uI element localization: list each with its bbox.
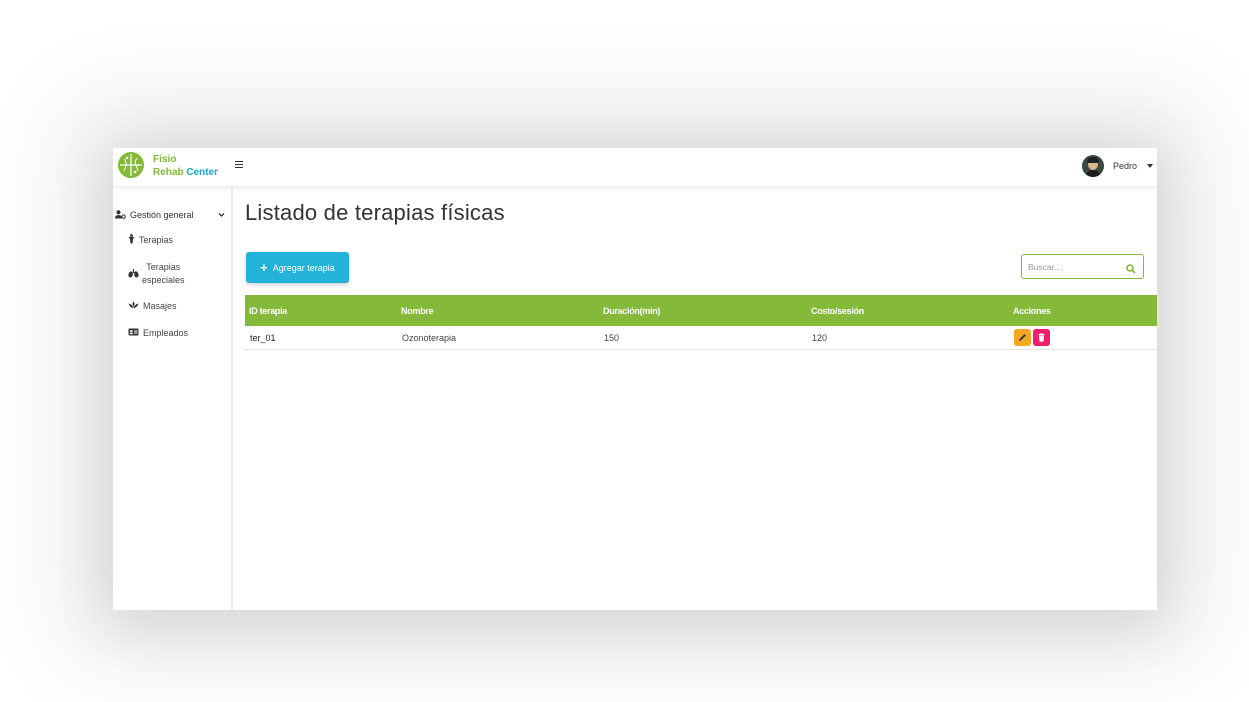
therapies-table: ID terapia Nombre Duración(min) Costo/se…: [245, 295, 1157, 350]
cell-costo: 120: [807, 326, 1009, 350]
user-name: Pedro: [1112, 161, 1137, 171]
logo-icon: [118, 152, 144, 178]
column-header-costo: Costo/sesión: [807, 295, 1009, 326]
cell-acciones: [1009, 326, 1157, 350]
brand-name: Fisio Rehab Center: [153, 154, 218, 179]
caret-down-icon: [1147, 164, 1153, 168]
page-title: Listado de terapias físicas: [245, 200, 505, 225]
chevron-down-icon: [218, 210, 225, 220]
app-window: Fisio Rehab Center Pedro Gestión general: [113, 148, 1157, 610]
brand-line-2-a: Rehab: [153, 166, 187, 178]
column-header-id: ID terapia: [245, 295, 397, 326]
sidebar-item-label: Terapias: [139, 235, 174, 245]
main-content: Listado de terapias físicas + Agregar te…: [233, 186, 1157, 610]
table-header-row: ID terapia Nombre Duración(min) Costo/se…: [245, 295, 1157, 326]
sidebar-group-label: Gestión general: [130, 210, 194, 220]
search-box: [1021, 254, 1144, 279]
avatar: [1081, 155, 1104, 177]
users-cog-icon: [115, 209, 126, 221]
column-header-acciones: Acciones: [1009, 295, 1157, 326]
column-header-nombre: Nombre: [397, 295, 599, 326]
brand-line-1: Fisio: [153, 154, 177, 165]
user-menu[interactable]: Pedro: [1081, 153, 1157, 179]
brand-line-2: Rehab Center: [153, 167, 218, 180]
sidebar-item-label: Terapias especiales: [142, 261, 185, 287]
sidebar-item-terapias[interactable]: Terapias: [128, 234, 173, 246]
sidebar-item-label: Empleados: [143, 328, 189, 338]
person-icon: [128, 234, 135, 246]
sidebar-group-gestion-general[interactable]: Gestión general: [115, 208, 227, 222]
column-header-duracion: Duración(min): [599, 295, 807, 326]
delete-button[interactable]: [1033, 329, 1050, 346]
menu-toggle-icon[interactable]: [235, 159, 247, 171]
cell-nombre: Ozonoterapia: [397, 326, 599, 350]
sidebar-item-empleados[interactable]: Empleados: [128, 328, 188, 338]
add-therapy-button[interactable]: + Agregar terapia: [246, 252, 349, 283]
sidebar-item-label-line2: especiales: [142, 275, 185, 285]
sidebar-item-label-line1: Terapias: [146, 262, 181, 272]
trash-icon: [1038, 333, 1045, 342]
sidebar: Gestión general Terapias Terapias especi…: [113, 186, 233, 610]
search-icon[interactable]: [1126, 261, 1136, 274]
id-card-icon: [128, 328, 139, 338]
pencil-icon: [1019, 334, 1026, 341]
edit-button[interactable]: [1014, 329, 1031, 346]
brand-line-2-b: Center: [186, 166, 219, 178]
cell-duracion: 150: [599, 326, 807, 350]
search-input[interactable]: [1022, 260, 1125, 273]
sidebar-item-label: Masajes: [143, 301, 177, 311]
cell-id: ter_01: [245, 326, 397, 350]
lungs-icon: [128, 268, 139, 280]
add-therapy-label: Agregar terapia: [272, 262, 335, 273]
table-row: ter_01 Ozonoterapia 150 120: [245, 326, 1157, 350]
plus-icon: +: [260, 259, 268, 275]
spa-icon: [128, 301, 139, 311]
sidebar-item-masajes[interactable]: Masajes: [128, 301, 177, 311]
top-bar: Fisio Rehab Center Pedro: [113, 148, 1157, 186]
sidebar-item-terapias-especiales[interactable]: Terapias especiales: [128, 261, 185, 287]
